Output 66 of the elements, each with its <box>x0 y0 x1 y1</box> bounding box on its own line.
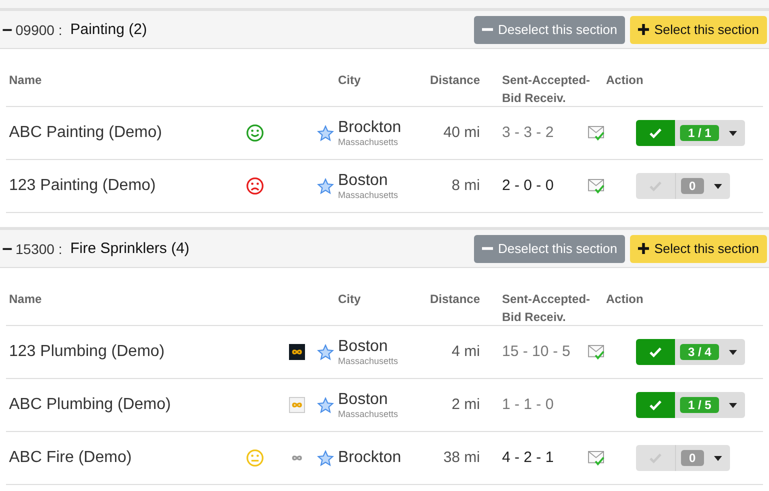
city-name: Boston <box>338 338 389 356</box>
distance-value: 38 mi <box>443 449 480 466</box>
count-badge: 0 <box>681 178 704 194</box>
column-header: Action <box>606 291 644 308</box>
company-name: ABC Fire (Demo) <box>9 449 132 466</box>
caret-icon[interactable] <box>714 456 722 460</box>
section-title: Painting (2) <box>70 21 147 38</box>
count-badge: 0 <box>681 450 704 466</box>
plus-icon <box>638 24 650 35</box>
caret-icon[interactable] <box>729 130 738 136</box>
check-icon <box>649 128 662 138</box>
distance-value: 2 mi <box>452 396 480 413</box>
caret-icon[interactable] <box>729 350 738 354</box>
star-icon[interactable] <box>316 178 334 194</box>
star-icon[interactable] <box>316 450 334 466</box>
count-badge: 3 / 4 <box>680 344 720 360</box>
section-code: 09900 : <box>16 22 62 38</box>
count-badge: 1 / 5 <box>680 397 720 413</box>
bid-stats: 2 - 0 - 0 <box>502 177 554 194</box>
distance-value: 8 mi <box>452 177 480 194</box>
bid-stats: 4 - 2 - 1 <box>502 449 554 466</box>
collapse-toggle[interactable]: − <box>0 240 16 258</box>
collapse-toggle[interactable]: − <box>0 20 16 38</box>
city-name: Boston <box>338 391 389 409</box>
column-header: Distance <box>428 291 480 308</box>
state-name: Massachusetts <box>338 409 400 419</box>
column-header: Action <box>606 72 644 89</box>
distance-value: 40 mi <box>443 124 480 141</box>
company-name: ABC Plumbing (Demo) <box>9 396 171 413</box>
column-header: Name <box>8 291 43 308</box>
section-title: Fire Sprinklers (4) <box>70 240 190 257</box>
column-header: Name <box>8 72 43 89</box>
state-name: Massachusetts <box>338 356 400 366</box>
caret-icon[interactable] <box>729 402 738 408</box>
column-header: City <box>337 72 362 89</box>
deselect-section-button[interactable]: Deselect this section <box>474 16 626 44</box>
distance-value: 4 mi <box>452 343 480 360</box>
column-header: Distance <box>428 72 480 89</box>
bid-stats: 1 - 1 - 0 <box>502 396 554 413</box>
column-header: Sent-Accepted-Bid Receiv. <box>501 72 592 107</box>
plus-icon <box>638 243 650 254</box>
check-icon <box>649 346 662 358</box>
deselect-section-button[interactable]: Deselect this section <box>474 234 626 262</box>
bid-stats: 3 - 3 - 2 <box>502 124 554 141</box>
star-icon[interactable] <box>316 396 334 414</box>
city-name: Boston <box>338 172 389 190</box>
state-name: Massachusetts <box>338 137 400 147</box>
company-name: 123 Painting (Demo) <box>9 177 156 194</box>
star-icon[interactable] <box>316 124 334 142</box>
state-name: Massachusetts <box>338 190 400 200</box>
check-icon <box>649 180 662 192</box>
section-code: 15300 : <box>16 240 62 256</box>
city-name: Brockton <box>338 449 402 467</box>
check-icon <box>649 452 662 464</box>
company-name: 123 Plumbing (Demo) <box>9 343 165 360</box>
check-icon <box>649 400 662 410</box>
caret-icon[interactable] <box>714 184 722 188</box>
column-header: Sent-Accepted-Bid Receiv. <box>501 291 592 326</box>
select-section-button[interactable]: Select this section <box>630 234 767 262</box>
city-name: Brockton <box>338 119 402 137</box>
star-icon[interactable] <box>316 344 334 360</box>
select-section-button[interactable]: Select this section <box>630 16 767 44</box>
bid-stats: 15 - 10 - 5 <box>502 343 570 360</box>
company-name: ABC Painting (Demo) <box>9 124 162 141</box>
column-header: City <box>337 291 362 308</box>
count-badge: 1 / 1 <box>680 125 720 141</box>
